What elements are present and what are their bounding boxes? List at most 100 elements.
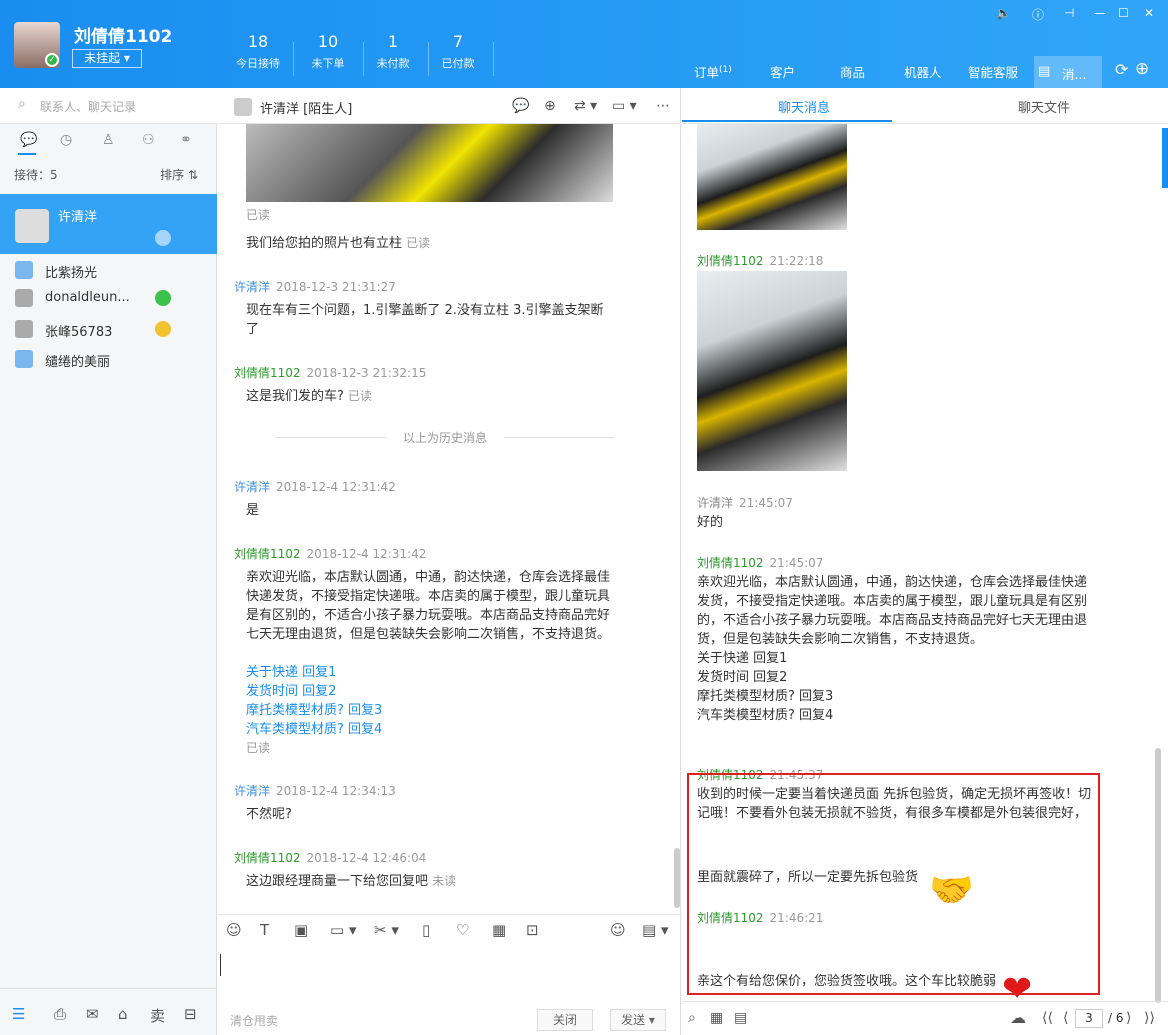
chat-image[interactable] <box>697 124 847 230</box>
message-sender: 刘倩倩1102 2018-12-4 12:31:42 <box>234 547 427 561</box>
font-icon[interactable]: T <box>260 921 269 939</box>
folder-icon[interactable]: ▭ ▾ <box>330 921 356 939</box>
close-icon[interactable]: ✕ <box>1144 6 1154 20</box>
send-button[interactable]: 发送 ▾ <box>610 1009 666 1031</box>
stat-paid[interactable]: 7 已付款 <box>424 32 494 76</box>
message-sender: 许清洋 2018-12-4 12:34:13 <box>234 784 396 798</box>
nav-orders[interactable]: 订单(1) <box>694 62 732 81</box>
tab-chat-files[interactable]: 聊天文件 <box>1018 97 1070 116</box>
tab-chat-messages[interactable]: 聊天消息 <box>778 97 830 116</box>
search-box[interactable]: ⌕ 联系人、聊天记录 <box>0 88 217 124</box>
message-list[interactable]: 已读 我们给您拍的照片也有立柱 已读 许清洋 2018-12-3 21:31:27… <box>218 124 681 914</box>
user-name: 刘倩倩1102 <box>74 27 173 47</box>
quick-reply-link[interactable]: 摩托类模型材质? 回复3 <box>697 687 1092 706</box>
smile-reply-icon[interactable]: ☺ <box>610 921 626 939</box>
contact-item[interactable]: 比紫扬光 <box>0 255 217 285</box>
pin-icon[interactable]: ⊣ <box>1064 6 1074 20</box>
chat-bubble-icon[interactable]: 💬 <box>512 98 529 114</box>
calendar-icon[interactable]: ▦ <box>710 1010 723 1026</box>
scissors-icon[interactable]: ✂ ▾ <box>374 921 399 939</box>
message-text: 亲欢迎光临，本店默认圆通，中通，韵达快递，仓库会选择最佳快递发货，不接受指定快递… <box>697 575 1088 647</box>
search-input[interactable]: 联系人、聊天记录 <box>40 98 136 115</box>
history-tab-icon[interactable]: ◷ <box>60 132 72 148</box>
chat-scrollbar[interactable] <box>674 128 680 918</box>
input-toolbar: ☺ T ▣ ▭ ▾ ✂ ▾ ▯ ♡ ▦ ⊡ ☺ ▤ ▾ <box>218 914 681 946</box>
contact-item[interactable]: 张峰56783 <box>0 314 217 344</box>
note-icon[interactable]: ▤ <box>734 1010 747 1026</box>
quick-reply-link[interactable]: 关于快递 回复1 <box>697 649 1092 668</box>
cloud-icon[interactable]: ☁ <box>1010 1008 1026 1027</box>
volume-icon[interactable]: 🔈 <box>996 6 1011 20</box>
shop-icon[interactable]: ⌂ <box>118 1005 128 1023</box>
menu-icon[interactable]: ☰ <box>12 1005 25 1023</box>
history-footer: ⌕ ▦ ▤ ☁ ⟨⟨ ⟨ 3 / 6 ⟩ ⟩⟩ <box>682 1001 1168 1035</box>
prev-page-icon[interactable]: ⟨ <box>1063 1010 1068 1026</box>
close-button[interactable]: 关闭 <box>537 1009 593 1031</box>
contact-tab-icon[interactable]: ♙ <box>102 132 115 148</box>
contact-item[interactable]: 缱绻的美丽 <box>0 344 217 374</box>
quick-reply-link[interactable]: 关于快递 回复1 <box>246 663 616 682</box>
group-tab-icon[interactable]: ⚇ <box>142 132 155 148</box>
quick-reply-link[interactable]: 汽车类模型材质? 回复4 <box>697 706 1092 725</box>
contact-item[interactable]: donaldleun... <box>0 283 217 313</box>
stat-unpaid[interactable]: 1 未付款 <box>359 32 429 76</box>
search-icon[interactable]: ⌕ <box>688 1010 696 1026</box>
calculator-icon[interactable]: ▦ <box>492 921 506 939</box>
avatar <box>15 209 49 243</box>
sort-button[interactable]: 排序 ⇅ <box>160 166 198 183</box>
last-page-icon[interactable]: ⟩⟩ <box>1144 1010 1155 1026</box>
add-icon[interactable]: ⊕ <box>1135 59 1149 79</box>
chat-image[interactable] <box>246 124 613 202</box>
nav-robot[interactable]: 机器人 <box>904 62 942 81</box>
nav-smart-service[interactable]: 智能客服 <box>968 62 1018 81</box>
nav-customers[interactable]: 客户 <box>770 62 795 81</box>
first-page-icon[interactable]: ⟨⟨ <box>1042 1010 1053 1026</box>
nav-products[interactable]: 商品 <box>840 62 865 81</box>
add-contact-icon[interactable]: ⊕ <box>544 98 556 114</box>
refresh-icon[interactable]: ⟳ <box>1115 60 1128 79</box>
mail-icon[interactable]: ✉ <box>86 1005 99 1023</box>
message-input[interactable] <box>218 946 681 1006</box>
stat-today-reception[interactable]: 18 今日接待 <box>224 32 294 76</box>
quick-reply-link[interactable]: 摩托类模型材质? 回复3 <box>246 701 616 720</box>
image-icon[interactable]: ▣ <box>294 921 308 939</box>
order-icon[interactable]: ▤ ▾ <box>642 921 668 939</box>
more-icon[interactable]: ⋯ <box>656 98 670 114</box>
transfer-icon[interactable]: ⇄ ▾ <box>574 98 597 114</box>
history-scrollbar[interactable] <box>1155 128 1161 1005</box>
emoji-icon[interactable]: ☺ <box>226 921 242 939</box>
chat-image[interactable] <box>697 271 847 471</box>
history-message-list[interactable]: 刘倩倩1102 21:22:18 许清洋 21:45:07 好的 刘倩倩1102 21… <box>682 124 1168 1001</box>
maximize-icon[interactable]: ☐ <box>1118 6 1129 20</box>
user-avatar[interactable]: ✓ <box>14 22 60 68</box>
quick-reply-link[interactable]: 发货时间 回复2 <box>246 682 616 701</box>
coupon-icon[interactable]: ⎙ <box>54 1005 66 1023</box>
sell-icon[interactable]: 卖 <box>150 1005 165 1026</box>
highlight-box <box>687 773 1100 995</box>
message-sender: 刘倩倩1102 21:45:07 <box>697 556 824 570</box>
vibrate-icon[interactable]: ▯ <box>422 921 430 939</box>
message-text: 亲欢迎光临，本店默认圆通，中通，韵达快递，仓库会选择最佳快递发货，不接受指定快递… <box>246 570 611 642</box>
chat-tab-icon[interactable]: 💬 <box>20 132 37 148</box>
next-page-icon[interactable]: ⟩ <box>1126 1010 1131 1026</box>
contact-item-active[interactable]: 许清洋 <box>0 194 217 254</box>
org-tab-icon[interactable]: ⚭ <box>180 132 192 148</box>
coupon-icon[interactable]: ⊡ <box>526 921 539 939</box>
message-sender: 许清洋 2018-12-4 12:31:42 <box>234 480 396 494</box>
page-input[interactable]: 3 <box>1075 1009 1103 1028</box>
quick-reply-link[interactable]: 汽车类模型材质? 回复4 <box>246 720 616 739</box>
quick-phrase[interactable]: 清仓甩卖 <box>230 1012 278 1029</box>
minimize-icon[interactable]: — <box>1094 6 1106 20</box>
quick-reply-link[interactable]: 发货时间 回复2 <box>697 668 1092 687</box>
heart-icon[interactable]: ♡ <box>456 921 469 939</box>
window-icon[interactable]: ⊟ <box>184 1005 197 1023</box>
stat-no-order[interactable]: 10 未下单 <box>294 32 364 76</box>
help-icon[interactable]: ⓘ <box>1032 6 1044 23</box>
sidebar-tabs: 💬 ◷ ♙ ⚇ ⚭ <box>0 124 217 156</box>
message-text: 是 <box>246 503 260 518</box>
history-panel: 聊天消息 聊天文件 刘倩倩1102 21:22:18 许清洋 21:45:07 好的… <box>682 88 1168 1035</box>
nav-messages[interactable]: 消... ▤ <box>1034 56 1102 88</box>
avatar <box>15 350 33 368</box>
video-icon[interactable]: ▭ ▾ <box>612 98 637 114</box>
status-dropdown[interactable]: 未挂起 ▾ <box>72 49 142 68</box>
